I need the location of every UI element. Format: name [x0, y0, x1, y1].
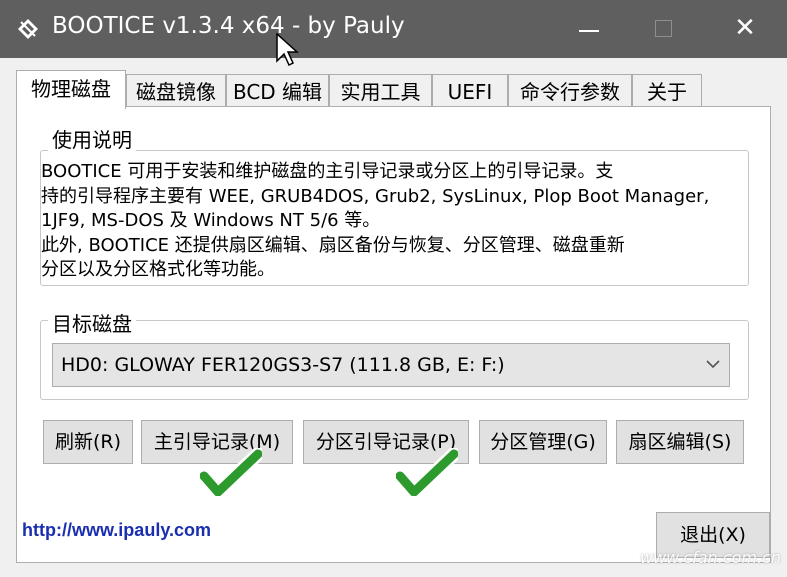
window-title: BOOTICE v1.3.4 x64 - by Pauly — [52, 13, 405, 39]
tab-bcd-edit[interactable]: BCD 编辑 — [226, 74, 329, 108]
sector-edit-button[interactable]: 扇区编辑(S) — [616, 420, 744, 464]
usage-line: 持的引导程序主要有 WEE, GRUB4DOS, Grub2, SysLinux… — [41, 185, 710, 207]
tab-about[interactable]: 关于 — [632, 74, 702, 108]
watermark-text: www.cfan.com.cn — [640, 548, 781, 567]
usage-line: 此外, BOOTICE 还提供扇区编辑、扇区备份与恢复、分区管理、磁盘重新 — [41, 234, 625, 256]
tab-command-line[interactable]: 命令行参数 — [508, 74, 632, 108]
target-disk-group-label: 目标磁盘 — [48, 308, 136, 337]
refresh-button[interactable]: 刷新(R) — [43, 420, 133, 464]
website-link[interactable]: http://www.ipauly.com — [22, 520, 211, 541]
usage-line: BOOTICE 可用于安装和维护磁盘的主引导记录或分区上的引导记录。支 — [41, 161, 614, 182]
maximize-icon — [655, 20, 672, 37]
tab-uefi[interactable]: UEFI — [432, 74, 508, 108]
usage-line: 1JF9, MS-DOS 及 Windows NT 5/6 等。 — [41, 210, 381, 231]
usage-line: 分区以及分区格式化等功能。 — [41, 259, 275, 280]
minimize-icon — [579, 30, 599, 32]
tab-disk-image[interactable]: 磁盘镜像 — [126, 74, 226, 108]
checkmark-icon — [200, 448, 262, 496]
chevron-down-icon — [706, 360, 720, 369]
close-icon: ✕ — [734, 13, 756, 43]
target-disk-select[interactable]: HD0: GLOWAY FER120GS3-S7 (111.8 GB, E: F… — [52, 343, 730, 387]
target-disk-selected-value: HD0: GLOWAY FER120GS3-S7 (111.8 GB, E: F… — [61, 354, 505, 376]
title-bar: BOOTICE v1.3.4 x64 - by Pauly ✕ — [0, 0, 787, 67]
tab-physical-disk[interactable]: 物理磁盘 — [16, 70, 126, 109]
bootice-app-icon — [18, 19, 38, 39]
usage-group-label: 使用说明 — [48, 124, 136, 153]
minimize-button[interactable] — [553, 0, 627, 58]
tab-utilities[interactable]: 实用工具 — [329, 74, 432, 108]
usage-description: BOOTICE 可用于安装和维护磁盘的主引导记录或分区上的引导记录。支 持的引导… — [41, 160, 731, 283]
checkmark-icon — [396, 448, 458, 496]
close-button[interactable]: ✕ — [708, 0, 782, 58]
partition-manage-button[interactable]: 分区管理(G) — [479, 420, 607, 464]
mouse-cursor-icon — [276, 33, 299, 67]
maximize-button[interactable] — [627, 0, 701, 58]
